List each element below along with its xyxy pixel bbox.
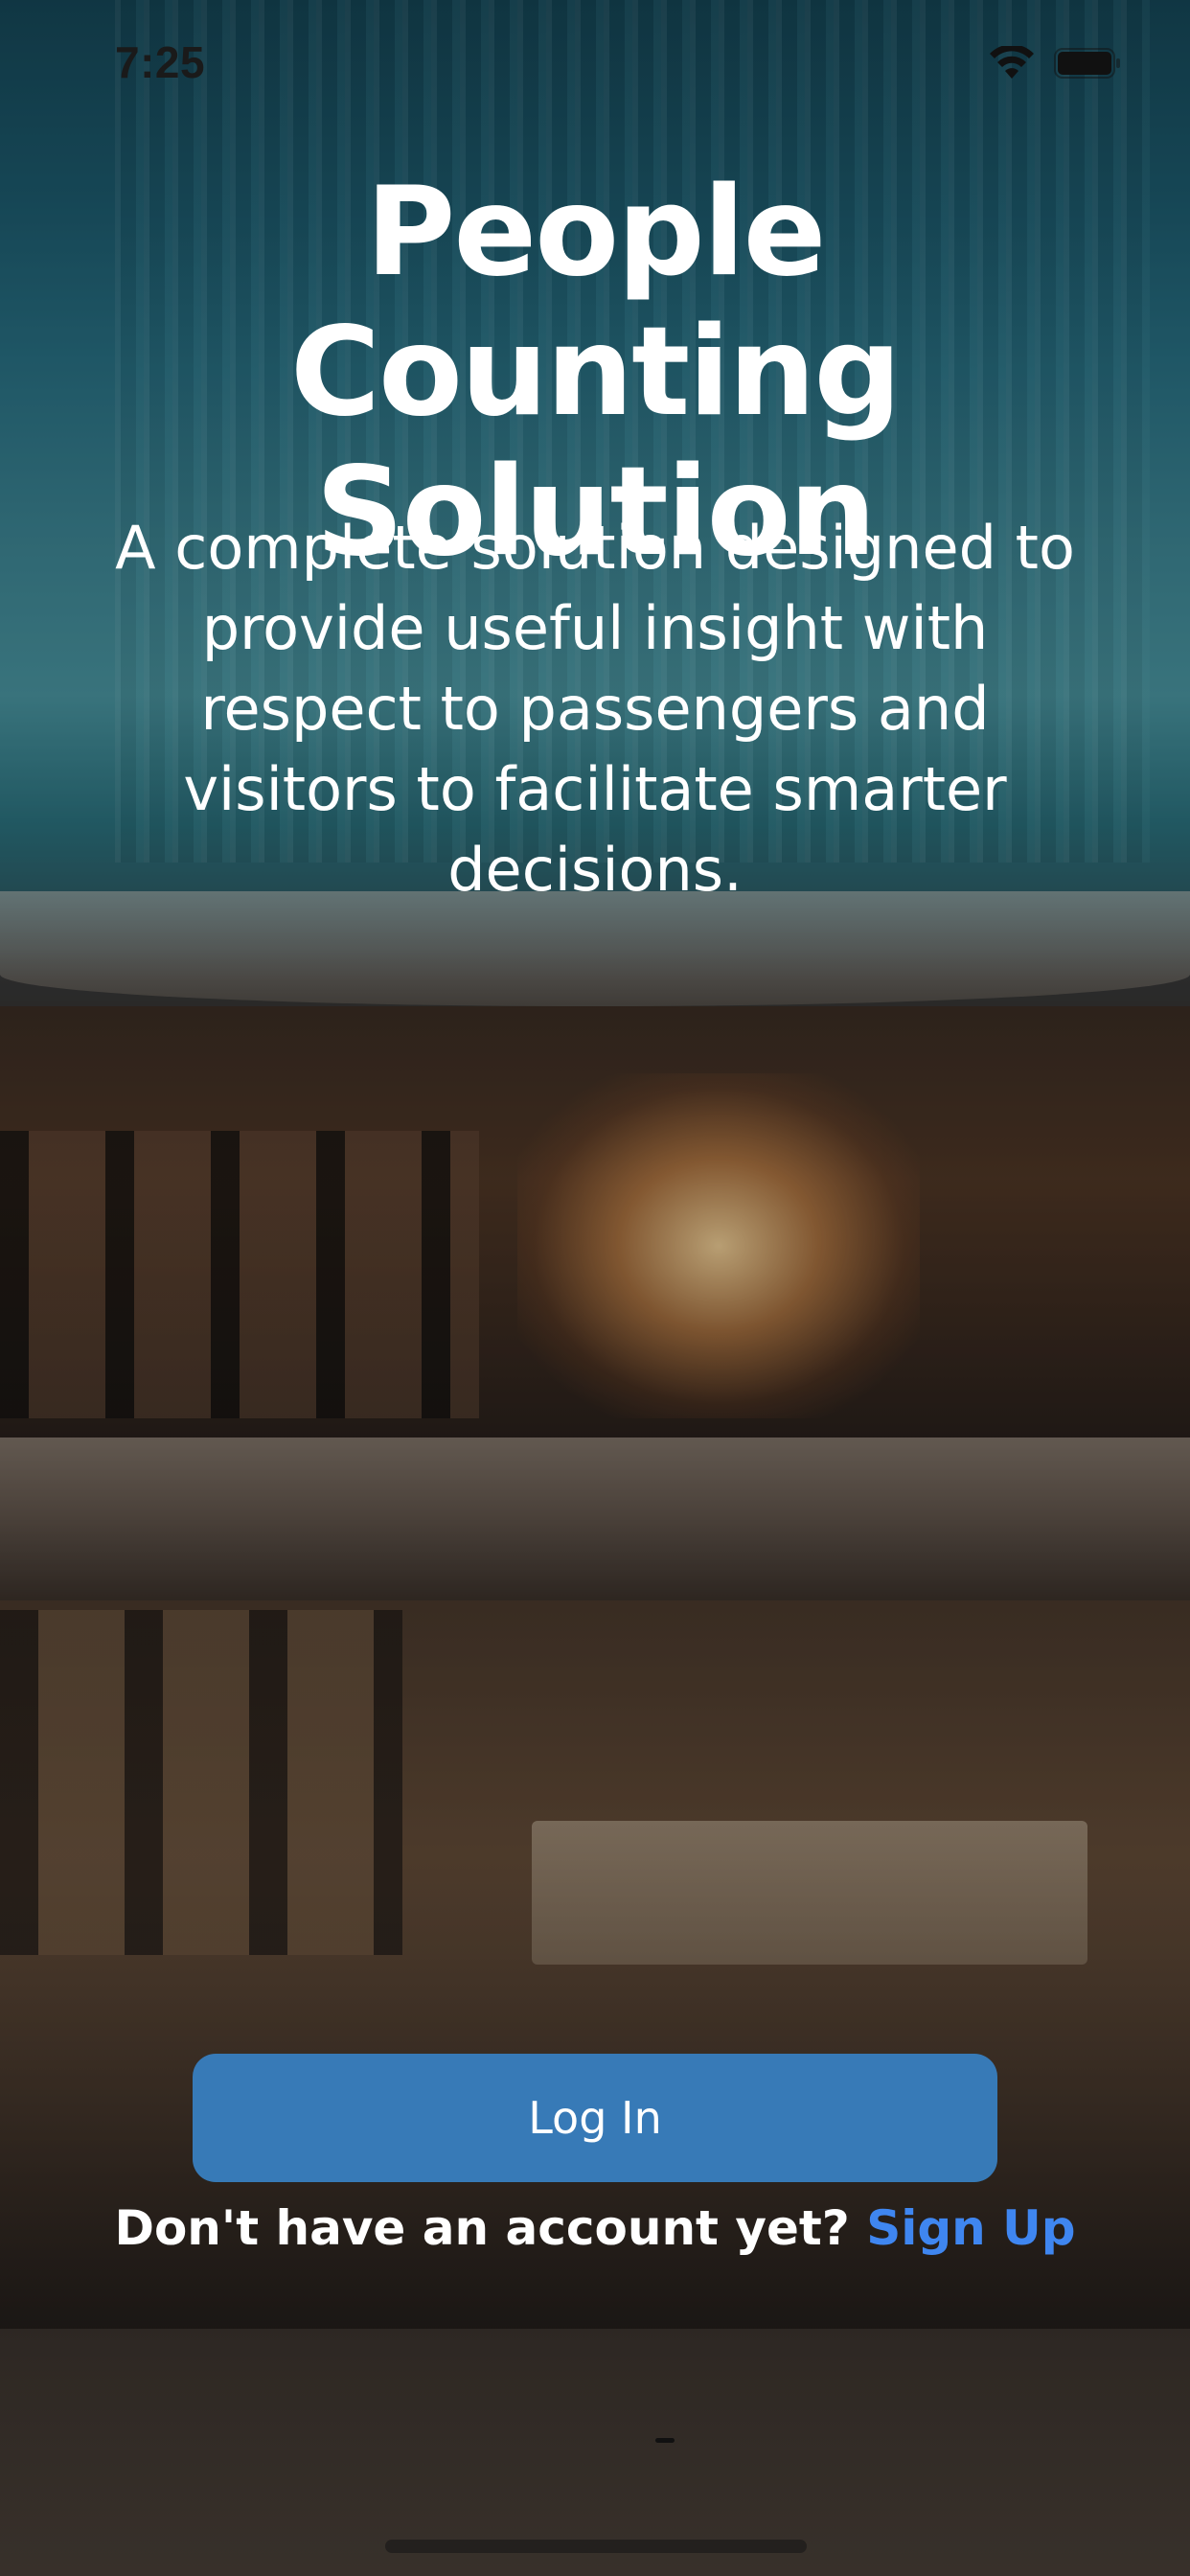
background-lower-shops: [0, 1610, 402, 1955]
battery-icon: [1054, 48, 1120, 79]
background-upper-shops: [0, 1131, 479, 1418]
welcome-screen: 7:25 People Counting Solution A complete…: [0, 0, 1190, 2576]
login-button[interactable]: Log In: [193, 2054, 997, 2182]
status-time: 7:25: [115, 37, 206, 87]
status-bar: 7:25: [0, 0, 1190, 125]
page-indicator-dash: [655, 2438, 675, 2443]
signup-prompt-row: Don't have an account yet? Sign Up: [0, 2200, 1190, 2256]
background-kiosk: [532, 1821, 1087, 1965]
wifi-icon: [990, 46, 1034, 79]
background-sun-glow: [517, 1073, 920, 1418]
signup-prompt-text: Don't have an account yet?: [114, 2200, 850, 2256]
home-indicator[interactable]: [385, 2540, 807, 2553]
signup-link[interactable]: Sign Up: [866, 2200, 1075, 2256]
page-subtitle: A complete solution designed to provide …: [115, 513, 1075, 905]
background-balcony: [0, 1438, 1190, 1600]
background-upper-floor: [0, 1006, 1190, 1438]
